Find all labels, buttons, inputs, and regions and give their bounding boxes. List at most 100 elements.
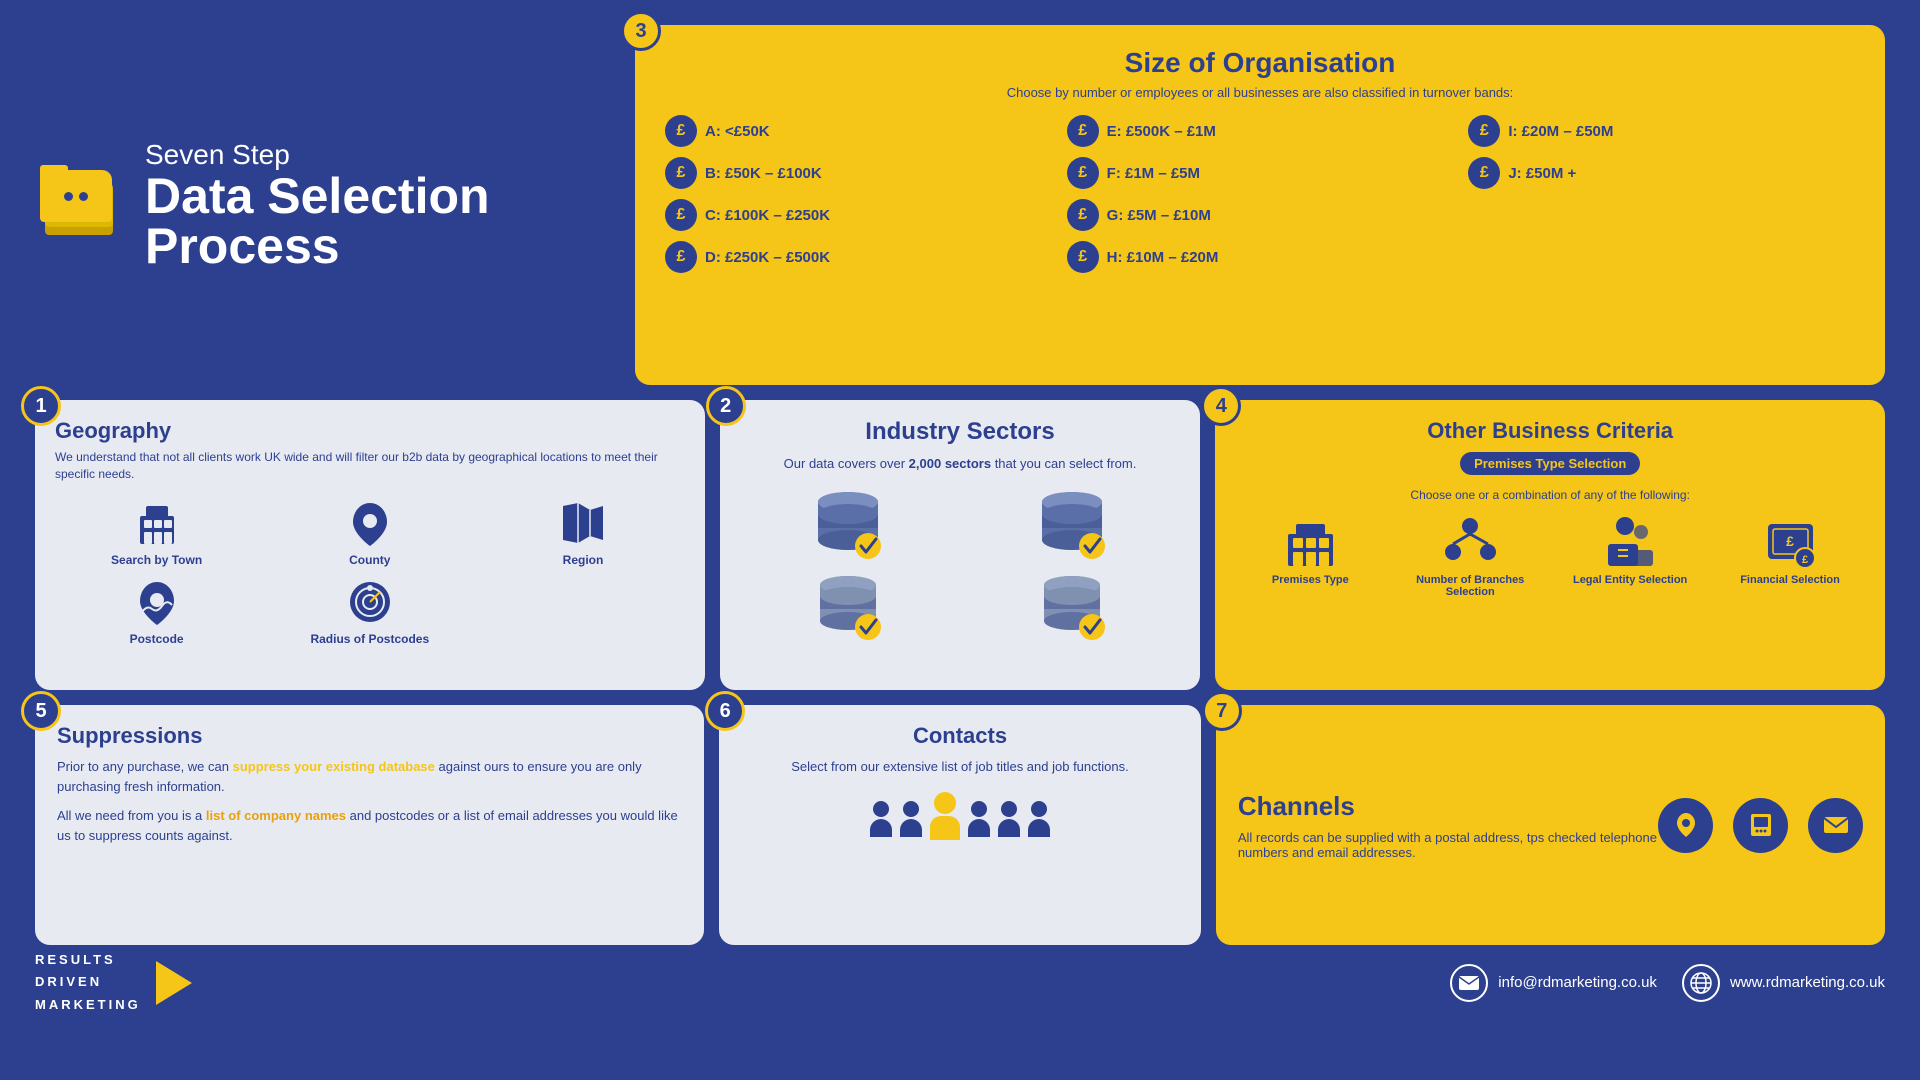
band-c: £ C: £100K – £250K [665, 199, 1052, 231]
branches-icon [1443, 514, 1498, 569]
financial-item: £ £ Financial Selection [1715, 514, 1865, 598]
person-2 [900, 801, 922, 837]
step3-card: 3 Size of Organisation Choose by number … [635, 25, 1885, 385]
geo-radius: Radius of Postcodes [268, 577, 471, 646]
step3-badge: 3 [621, 11, 661, 51]
financial-label: Financial Selection [1740, 574, 1840, 586]
premises-building-icon [1283, 514, 1338, 569]
building-icon [132, 498, 182, 548]
band-f: £ F: £1M – £5M [1067, 157, 1454, 189]
person-3-highlight [930, 792, 960, 840]
legal-item: Legal Entity Selection [1555, 514, 1705, 598]
svg-text:£: £ [1801, 554, 1807, 566]
geo-postcode-label: Postcode [130, 632, 184, 646]
header-text: Seven Step Data Selection Process [145, 139, 615, 271]
database-check-icon-2 [1032, 484, 1112, 559]
db-icons-grid [740, 484, 1181, 642]
geo-radius-label: Radius of Postcodes [310, 632, 429, 646]
step4-card: 4 Other Business Criteria Premises Type … [1215, 400, 1885, 690]
db-icon-4 [964, 567, 1180, 642]
step6-body: Select from our extensive list of job ti… [741, 757, 1179, 777]
county-icon [345, 498, 395, 548]
email-channel-icon [1808, 798, 1863, 853]
premises-type-label: Premises Type [1272, 574, 1349, 586]
channel-icons [1658, 798, 1863, 853]
geo-icons-grid: Search by Town County Region [55, 498, 685, 646]
step2-title: Industry Sectors [740, 418, 1181, 446]
phone-channel-icon [1733, 798, 1788, 853]
step2-body: Our data covers over 2,000 sectors that … [740, 454, 1181, 474]
db-icon-1 [740, 484, 956, 559]
folder-icon [35, 165, 125, 245]
band-b: £ B: £50K – £100K [665, 157, 1052, 189]
database-check-icon-4 [1032, 567, 1112, 642]
step1-card: 1 Geography We understand that not all c… [35, 400, 705, 690]
step1-badge: 1 [21, 386, 61, 426]
db-icon-3 [740, 567, 956, 642]
branches-label: Number of Branches Selection [1395, 574, 1545, 598]
database-check-icon-3 [808, 567, 888, 642]
step1-title: Geography [55, 418, 685, 444]
band-d: £ D: £250K – £500K [665, 241, 1052, 273]
footer-email-text: info@rdmarketing.co.uk [1498, 974, 1657, 991]
premises-badge: Premises Type Selection [1460, 452, 1640, 475]
premises-type-item: Premises Type [1235, 514, 1385, 598]
band-j: £ J: £50M + [1468, 157, 1855, 189]
footer-website-text: www.rdmarketing.co.uk [1730, 974, 1885, 991]
step7-badge: 7 [1202, 691, 1242, 731]
geo-region-label: Region [563, 553, 604, 567]
legal-icon [1603, 514, 1658, 569]
footer-logo: RESULTS DRIVEN MARKETING [35, 949, 192, 1015]
band-i: £ I: £20M – £50M [1468, 115, 1855, 147]
step6-title: Contacts [741, 723, 1179, 749]
step5-card: 5 Suppressions Prior to any purchase, we… [35, 705, 704, 945]
band-h: £ H: £10M – £20M [1067, 241, 1454, 273]
person-6 [1028, 801, 1050, 837]
step5-body1: Prior to any purchase, we can suppress y… [57, 757, 682, 796]
step7-card: 7 Channels All records can be supplied w… [1216, 705, 1885, 945]
footer-globe-icon [1682, 964, 1720, 1002]
location-channel-icon [1658, 798, 1713, 853]
geo-county: County [268, 498, 471, 567]
geo-postcode: Postcode [55, 577, 258, 646]
step2-badge: 2 [706, 386, 746, 426]
contact-persons [741, 792, 1179, 837]
band-g: £ G: £5M – £10M [1067, 199, 1454, 231]
step3-subtitle: Choose by number or employees or all bus… [665, 85, 1855, 100]
db-icon-2 [964, 484, 1180, 559]
geo-search-town: Search by Town [55, 498, 258, 567]
step4-choose: Choose one or a combination of any of th… [1235, 488, 1865, 502]
header-title: Data Selection Process [145, 171, 615, 271]
step2-card: 2 Industry Sectors Our data covers over … [720, 400, 1201, 690]
geo-county-label: County [349, 553, 390, 567]
step5-body2: All we need from you is a list of compan… [57, 806, 682, 845]
geo-town-label: Search by Town [111, 553, 202, 567]
geo-region: Region [481, 498, 684, 567]
step5-badge: 5 [21, 691, 61, 731]
turnover-grid: £ A: <£50K £ E: £500K – £1M £ I: £20M – … [665, 115, 1855, 273]
logo-chevron [156, 961, 192, 1005]
radius-icon [345, 577, 395, 627]
step4-title: Other Business Criteria [1235, 418, 1865, 444]
svg-text:£: £ [1786, 533, 1794, 549]
step7-title: Channels [1238, 791, 1658, 822]
footer-email-icon [1450, 964, 1488, 1002]
footer-website: www.rdmarketing.co.uk [1682, 964, 1885, 1002]
person-4 [968, 801, 990, 837]
footer: RESULTS DRIVEN MARKETING info@rdmarketin… [35, 955, 1885, 1010]
step6-card: 6 Contacts Select from our extensive lis… [719, 705, 1201, 945]
header-subtitle: Seven Step [145, 139, 615, 171]
step6-badge: 6 [705, 691, 745, 731]
database-check-icon-1 [808, 484, 888, 559]
person-1 [870, 801, 892, 837]
region-icon [558, 498, 608, 548]
step3-title: Size of Organisation [665, 47, 1855, 79]
financial-icon: £ £ [1763, 514, 1818, 569]
logo-text: RESULTS DRIVEN MARKETING [35, 949, 141, 1015]
postcode-icon [132, 577, 182, 627]
step7-body: All records can be supplied with a posta… [1238, 830, 1658, 860]
channels-text: Channels All records can be supplied wit… [1238, 791, 1658, 860]
band-e: £ E: £500K – £1M [1067, 115, 1454, 147]
branches-item: Number of Branches Selection [1395, 514, 1545, 598]
person-5 [998, 801, 1020, 837]
